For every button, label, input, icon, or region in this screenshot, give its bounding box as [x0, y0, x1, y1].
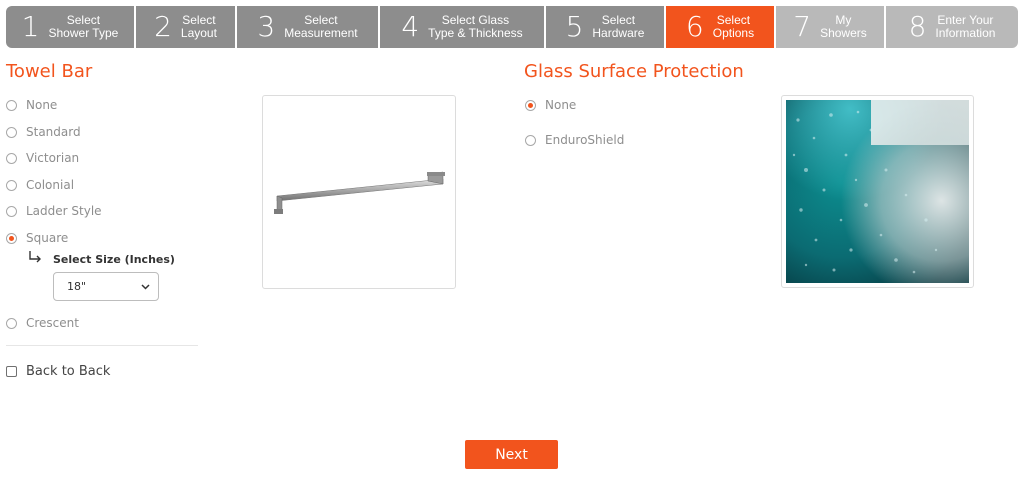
step-label: My Showers — [820, 13, 867, 40]
step-3-measurement[interactable]: 3 Select Measurement — [237, 6, 380, 48]
radio-towel-ladder-style[interactable]: Ladder Style — [6, 204, 102, 218]
towel-bar-title: Towel Bar — [6, 61, 93, 82]
step-number: 6 — [685, 10, 704, 43]
step-number: 1 — [21, 10, 40, 43]
radio-towel-colonial[interactable]: Colonial — [6, 178, 74, 192]
option-label: Standard — [26, 125, 81, 139]
option-label: EnduroShield — [545, 133, 625, 147]
radio-button[interactable] — [6, 232, 17, 244]
radio-button[interactable] — [6, 99, 17, 111]
water-droplets-image — [786, 100, 969, 283]
step-number: 4 — [401, 10, 420, 43]
radio-towel-square[interactable]: Square — [6, 231, 68, 245]
step-4-glass-type[interactable]: 4 Select Glass Type & Thickness — [380, 6, 546, 48]
option-label: None — [545, 98, 577, 112]
glass-protection-title: Glass Surface Protection — [524, 61, 744, 82]
next-button[interactable]: Next — [465, 440, 558, 469]
radio-button[interactable] — [6, 317, 17, 329]
option-label: Colonial — [26, 178, 75, 192]
step-number: 2 — [154, 10, 172, 43]
option-label: Crescent — [26, 316, 79, 330]
size-value: 18" — [67, 280, 87, 293]
step-label: Select Glass Type & Thickness — [428, 13, 523, 40]
radio-button[interactable] — [6, 179, 17, 191]
step-number: 8 — [908, 10, 927, 43]
radio-button[interactable] — [525, 99, 536, 111]
chevron-down-icon — [141, 283, 150, 290]
option-label: Square — [26, 231, 69, 245]
step-label: Select Layout — [180, 13, 217, 40]
checkbox[interactable] — [6, 366, 17, 377]
option-label: Victorian — [26, 151, 80, 165]
radio-towel-none[interactable]: None — [6, 98, 57, 112]
step-label: Select Measurement — [284, 13, 358, 40]
step-label: Enter Your Information — [935, 13, 996, 40]
step-8-information[interactable]: 8 Enter Your Information — [886, 6, 1018, 48]
divider — [6, 345, 198, 346]
radio-glass-none[interactable]: None — [525, 98, 576, 112]
step-number: 5 — [565, 10, 584, 43]
radio-button[interactable] — [525, 134, 536, 146]
step-2-layout[interactable]: 2 Select Layout — [136, 6, 237, 48]
step-label: Select Shower Type — [48, 13, 119, 40]
size-dropdown[interactable]: 18" — [53, 272, 159, 301]
step-label: Select Options — [712, 13, 755, 40]
radio-button[interactable] — [6, 205, 17, 217]
step-7-my-showers[interactable]: 7 My Showers — [776, 6, 886, 48]
corner-arrow-icon — [29, 251, 41, 263]
step-number: 3 — [257, 10, 276, 43]
back-to-back-checkbox[interactable]: Back to Back — [6, 364, 110, 379]
step-5-hardware[interactable]: 5 Select Hardware — [546, 6, 666, 48]
radio-towel-crescent[interactable]: Crescent — [6, 316, 79, 330]
radio-button[interactable] — [6, 126, 17, 138]
towel-bar-image — [262, 95, 456, 289]
checkbox-label: Back to Back — [26, 364, 111, 379]
radio-towel-victorian[interactable]: Victorian — [6, 151, 79, 165]
radio-towel-standard[interactable]: Standard — [6, 125, 81, 139]
square-towel-bar-icon — [274, 171, 445, 214]
step-1-shower-type[interactable]: 1 Select Shower Type — [6, 6, 136, 48]
step-label: Select Hardware — [592, 13, 645, 40]
steps-nav: 1 Select Shower Type 2 Select Layout 3 S… — [6, 6, 1018, 48]
option-label: None — [26, 98, 58, 112]
option-label: Ladder Style — [26, 204, 102, 218]
radio-glass-enduroshield[interactable]: EnduroShield — [525, 133, 624, 147]
select-size-label: Select Size (Inches) — [53, 253, 175, 266]
radio-button[interactable] — [6, 152, 17, 164]
glass-protection-image — [781, 95, 974, 288]
step-6-options[interactable]: 6 Select Options — [666, 6, 776, 48]
step-number: 7 — [793, 10, 812, 43]
